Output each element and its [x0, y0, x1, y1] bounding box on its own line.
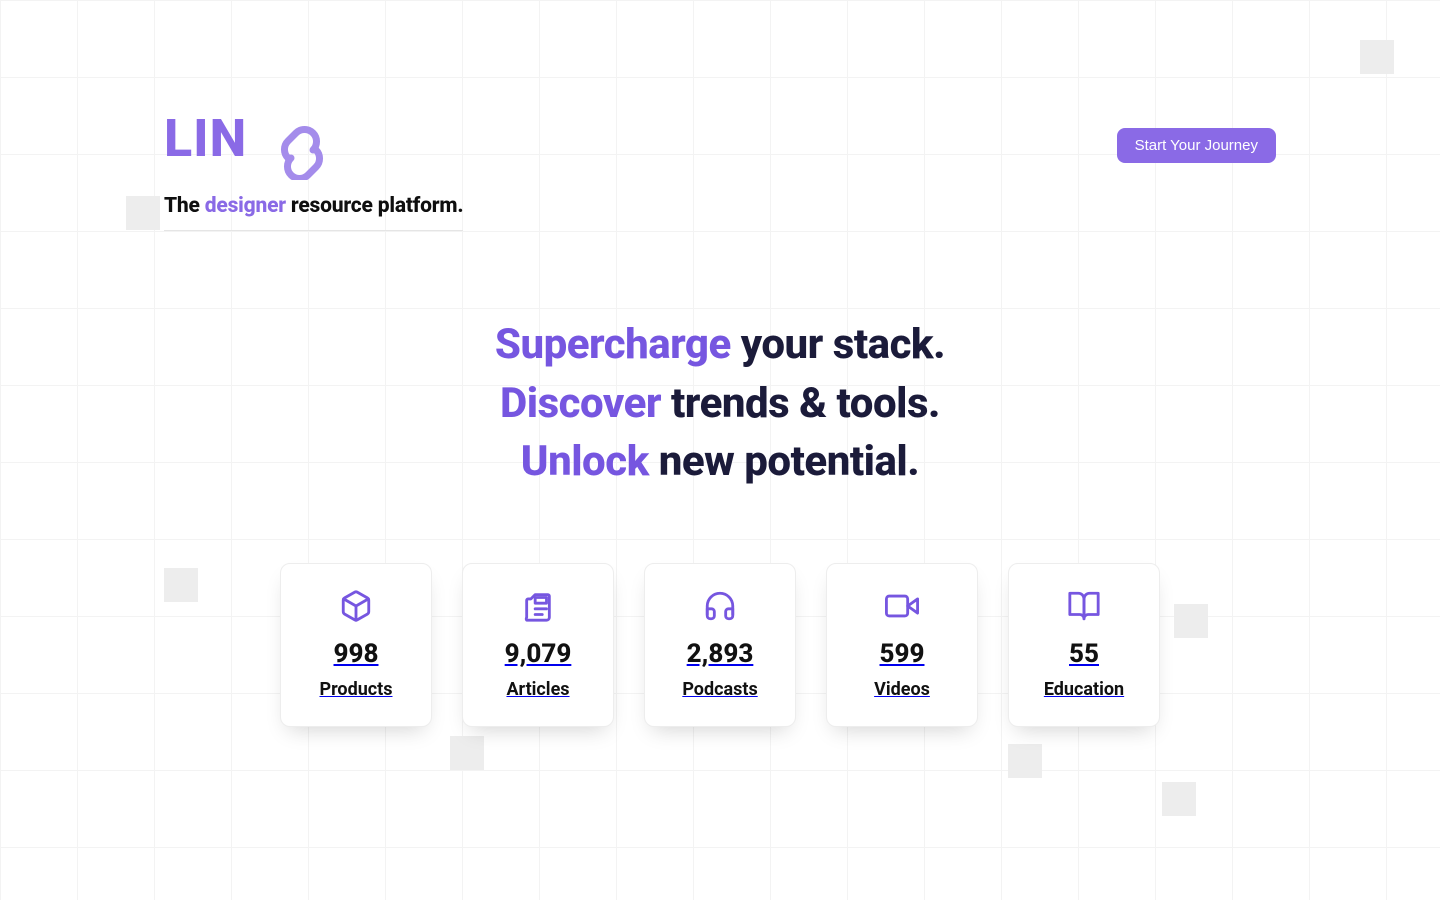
- stat-card-podcasts[interactable]: 2,893 Podcasts: [644, 563, 796, 727]
- header: LIN The designer resource platform. Star…: [164, 108, 1276, 231]
- stat-count: 9,079: [505, 639, 572, 669]
- chain-link-icon: [284, 129, 319, 178]
- hero-rest: your stack.: [731, 320, 945, 369]
- hero-line: Supercharge your stack.: [164, 319, 1276, 372]
- stat-label: Articles: [506, 679, 569, 700]
- stat-card-articles[interactable]: 9,079 Articles: [462, 563, 614, 727]
- tagline-pre: The: [164, 194, 205, 218]
- stat-card-videos[interactable]: 599 Videos: [826, 563, 978, 727]
- book-icon: [1067, 589, 1101, 627]
- tagline-post: resource platform.: [286, 194, 464, 218]
- stat-label: Podcasts: [682, 679, 757, 700]
- logo-text: LIN: [164, 108, 247, 169]
- brand-block: LIN The designer resource platform.: [164, 108, 463, 231]
- bg-blob: [1008, 744, 1042, 778]
- start-journey-button[interactable]: Start Your Journey: [1117, 128, 1276, 163]
- stat-count: 998: [334, 639, 379, 669]
- hero-headlines: Supercharge your stack. Discover trends …: [164, 319, 1276, 489]
- hero-keyword: Discover: [500, 379, 661, 428]
- stats-row: 998 Products 9,079 Articles 2,893 Podcas…: [164, 563, 1276, 727]
- stat-card-education[interactable]: 55 Education: [1008, 563, 1160, 727]
- video-icon: [885, 589, 919, 627]
- stat-card-products[interactable]: 998 Products: [280, 563, 432, 727]
- stat-count: 55: [1069, 639, 1099, 669]
- logo-link[interactable]: LIN: [164, 108, 463, 180]
- bg-blob: [1360, 40, 1394, 74]
- stat-count: 599: [880, 639, 925, 669]
- hero-keyword: Supercharge: [495, 320, 731, 369]
- headphones-icon: [703, 589, 737, 627]
- hero-keyword: Unlock: [521, 437, 649, 486]
- bg-blob: [450, 736, 484, 770]
- box-icon: [339, 589, 373, 627]
- stat-label: Education: [1044, 679, 1124, 700]
- hero-line: Discover trends & tools.: [164, 378, 1276, 431]
- tagline: The designer resource platform.: [164, 194, 463, 231]
- bg-blob: [1162, 782, 1196, 816]
- hero-line: Unlock new potential.: [164, 436, 1276, 489]
- stat-label: Videos: [874, 679, 930, 700]
- tagline-accent: designer: [205, 194, 286, 218]
- newspaper-icon: [521, 589, 555, 627]
- bg-blob: [126, 196, 160, 230]
- stat-count: 2,893: [687, 639, 754, 669]
- stat-label: Products: [319, 679, 392, 700]
- hero-rest: new potential.: [649, 437, 919, 486]
- hero-rest: trends & tools.: [661, 379, 940, 428]
